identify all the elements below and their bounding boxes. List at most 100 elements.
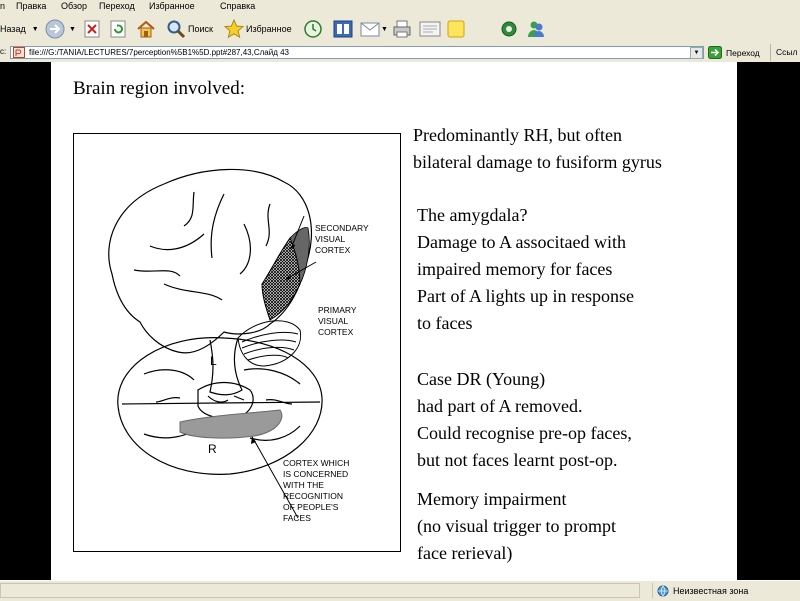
stop-icon [84,20,100,38]
back-label: Назад [0,24,26,34]
menu-favorites[interactable]: Избранное [149,1,195,11]
cortex-label-line: FACES [283,513,311,523]
history-icon [304,20,322,38]
media-button[interactable] [332,18,354,40]
secondary-label-line: CORTEX [315,245,351,255]
text-block-case-dr: Case DR (Young) had part of A removed. C… [417,366,632,474]
toolbar: Назад ▼ ▼ Поиск Избранное ▼ [0,14,800,45]
mail-button[interactable]: ▼ [360,18,388,40]
text-block-amygdala: The amygdala? Damage to A associtaed wit… [417,202,634,337]
messenger-icon [528,21,544,37]
address-label: с: [0,47,7,56]
text-line: Memory impairment [417,489,567,509]
back-dropdown-icon[interactable]: ▼ [32,26,39,33]
text-block-memory: Memory impairment (no visual trigger to … [417,486,616,567]
menu-go[interactable]: Переход [99,1,135,11]
cortex-label-line: CORTEX WHICH [283,458,350,468]
cerebellum [237,320,302,367]
primary-label-line: CORTEX [318,327,354,337]
text-line: (no visual trigger to prompt [417,516,616,536]
text-line: Damage to A associtaed with [417,232,626,252]
primary-label-line: VISUAL [318,316,349,326]
favorites-label: Избранное [246,24,292,34]
powerpoint-file-icon [13,47,25,58]
status-bar: Неизвестная зона [0,580,800,601]
refresh-icon [110,20,126,38]
menu-view[interactable]: Обзор [61,1,87,11]
address-bar: с: file:///G:/TANIA/LECTURES/7perception… [0,44,800,63]
gear-icon [501,21,517,37]
text-line: face rerieval) [417,543,513,563]
search-button[interactable]: Поиск [166,18,213,40]
mail-icon [360,22,380,37]
slide-title: Brain region involved: [73,78,246,99]
security-zone-pane: Неизвестная зона [652,583,800,598]
go-arrow-icon [708,46,722,59]
cortex-label-line: IS CONCERNED [283,469,349,479]
status-text-pane [0,583,640,598]
right-hemisphere-label: R [208,442,217,456]
primary-label-line: PRIMARY [318,305,357,315]
menu-help[interactable]: Справка [220,1,255,11]
zone-label: Неизвестная зона [673,585,749,596]
go-button[interactable]: Переход [708,46,760,59]
slide: Brain region involved: SECONDARY VISUAL … [51,62,737,580]
menu-file[interactable]: n [0,1,5,11]
globe-icon [657,585,669,596]
search-icon [167,20,186,39]
refresh-button[interactable] [109,18,127,40]
address-divider [770,44,771,61]
address-url: file:///G:/TANIA/LECTURES/7perception%5B… [29,48,290,57]
cortex-label-line: OF PEOPLE'S [283,502,339,512]
menu-bar: n Правка Обзор Переход Избранное Справка [0,0,800,14]
secondary-cortex-label: SECONDARY VISUAL CORTEX [315,223,369,256]
back-button[interactable]: Назад ▼ [0,18,39,40]
history-button[interactable] [302,18,324,40]
home-button[interactable] [135,18,157,40]
primary-cortex-label: PRIMARY VISUAL CORTEX [318,305,357,338]
text-line: had part of A removed. [417,396,583,416]
messenger-button[interactable] [526,18,546,40]
secondary-label-line: VISUAL [315,234,346,244]
brain-diagram [108,168,323,519]
forward-dropdown-icon[interactable]: ▼ [69,26,76,33]
ventral-brain-view [117,337,323,475]
left-hemisphere-label: L [210,354,217,368]
go-label: Переход [726,47,760,58]
discuss-button[interactable] [446,18,466,40]
note-icon [447,20,465,38]
forward-arrow-icon [45,19,65,39]
favorites-button[interactable]: Избранное [224,18,292,40]
forward-button[interactable]: ▼ [44,18,76,40]
text-line: Case DR (Young) [417,369,546,389]
mail-dropdown-icon[interactable]: ▼ [381,26,388,33]
home-icon [137,20,155,38]
text-line: The amygdala? [417,205,528,225]
extension-button[interactable] [499,18,519,40]
menu-edit[interactable]: Правка [16,1,46,11]
edit-button[interactable] [419,18,441,40]
media-icon [333,20,353,38]
print-button[interactable] [392,18,412,40]
cortex-label-line: RECOGNITION [283,491,343,501]
star-icon [224,19,244,39]
printer-icon [393,20,411,38]
address-input[interactable]: file:///G:/TANIA/LECTURES/7perception%5B… [10,46,704,59]
text-line: Part of A lights up in response [417,286,634,306]
cortex-label-line: WITH THE [283,480,324,490]
face-recognition-cortex-area [179,409,283,439]
address-dropdown-icon[interactable]: ▼ [690,47,703,59]
search-label: Поиск [188,24,213,34]
brain-figure: SECONDARY VISUAL CORTEX PRIMARY VISUAL C… [73,133,401,552]
secondary-label-line: SECONDARY [315,223,369,233]
text-block-fusiform: Predominantly RH, but often bilateral da… [413,122,662,176]
links-label[interactable]: Ссыл [776,47,797,57]
text-line: impaired memory for faces [417,259,613,279]
text-line: bilateral damage to fusiform gyrus [413,152,662,172]
text-line: Could recognise pre-op faces, [417,423,632,443]
text-line: to faces [417,313,473,333]
text-line: Predominantly RH, but often [413,125,622,145]
text-line: but not faces learnt post-op. [417,450,618,470]
face-cortex-label: CORTEX WHICH IS CONCERNED WITH THE RECOG… [283,458,349,524]
stop-button[interactable] [83,18,101,40]
